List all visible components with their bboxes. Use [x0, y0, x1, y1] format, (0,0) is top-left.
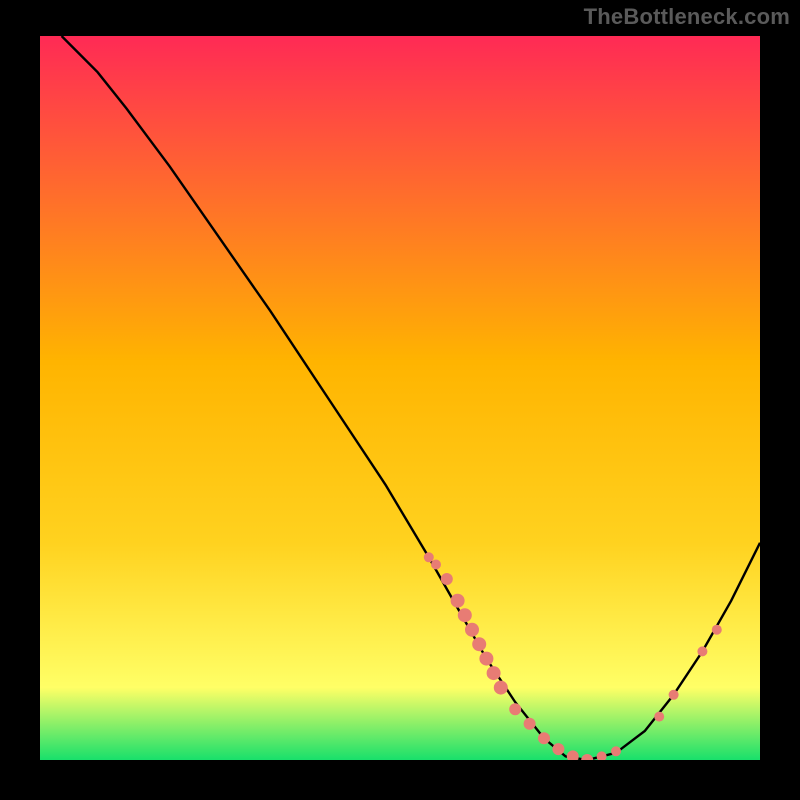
data-dot	[552, 743, 564, 755]
watermark-text: TheBottleneck.com	[584, 4, 790, 30]
data-dot	[611, 746, 621, 756]
data-dot	[479, 652, 493, 666]
data-dot	[441, 573, 453, 585]
data-dot	[712, 625, 722, 635]
chart-svg	[40, 36, 760, 760]
chart-frame: TheBottleneck.com	[0, 0, 800, 800]
data-dot	[509, 703, 521, 715]
data-dot	[654, 712, 664, 722]
chart-plot	[40, 36, 760, 760]
data-dot	[465, 623, 479, 637]
data-dot	[524, 718, 536, 730]
data-dot	[669, 690, 679, 700]
data-dot	[424, 552, 434, 562]
gradient-background	[40, 36, 760, 760]
data-dot	[538, 732, 550, 744]
data-dot	[458, 608, 472, 622]
data-dot	[487, 666, 501, 680]
data-dot	[451, 594, 465, 608]
data-dot	[431, 560, 441, 570]
data-dot	[697, 646, 707, 656]
data-dot	[472, 637, 486, 651]
data-dot	[494, 681, 508, 695]
